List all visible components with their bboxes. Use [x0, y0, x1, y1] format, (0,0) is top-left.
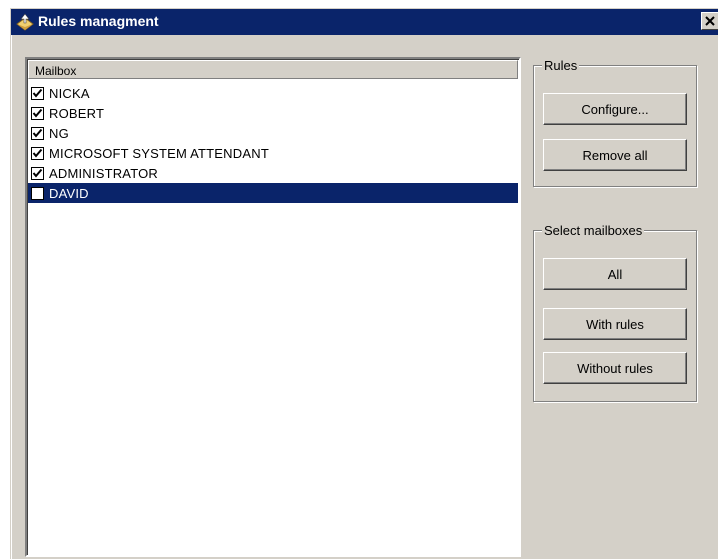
list-item[interactable]: ADMINISTRATOR	[28, 163, 518, 183]
remove-all-button[interactable]: Remove all	[543, 139, 687, 171]
mailbox-label: ADMINISTRATOR	[49, 165, 159, 181]
mailbox-label: MICROSOFT SYSTEM ATTENDANT	[49, 145, 269, 161]
mailbox-rows: NICKA ROBERT NG MICROSOFT SYSTEM ATTENDANT A…	[28, 83, 518, 203]
close-button[interactable]	[701, 12, 718, 30]
mailbox-checkbox[interactable]	[31, 86, 44, 100]
list-item[interactable]: NICKA	[28, 83, 518, 103]
close-icon	[705, 16, 715, 26]
select-mailboxes-group-label: Select mailboxes	[542, 223, 645, 238]
mailbox-checkbox[interactable]	[31, 186, 44, 200]
list-item[interactable]: MICROSOFT SYSTEM ATTENDANT	[28, 143, 518, 163]
mailbox-checkbox[interactable]	[31, 126, 44, 140]
window-title: Rules managment	[38, 13, 159, 29]
select-mailboxes-group: Select mailboxes All With rules Without …	[533, 223, 697, 402]
rules-group-label: Rules	[542, 58, 580, 73]
list-item[interactable]: DAVID	[28, 183, 518, 203]
configure-button[interactable]: Configure...	[543, 93, 687, 125]
mailbox-checkbox[interactable]	[31, 166, 44, 180]
checkmark-icon	[32, 148, 43, 158]
mailbox-list[interactable]: Mailbox NICKA ROBERT NG MICROSOFT SYSTEM AT…	[25, 57, 521, 557]
mailbox-label: NG	[49, 125, 69, 141]
select-with-rules-button[interactable]: With rules	[543, 308, 687, 340]
mailbox-label: DAVID	[49, 185, 89, 201]
list-item[interactable]: ROBERT	[28, 103, 518, 123]
rules-group: Rules Configure... Remove all	[533, 58, 697, 187]
mail-rules-icon	[15, 12, 35, 32]
checkmark-icon	[32, 128, 43, 138]
select-all-button[interactable]: All	[543, 258, 687, 290]
checkmark-icon	[32, 168, 43, 178]
mailbox-label: NICKA	[49, 85, 90, 101]
list-item[interactable]: NG	[28, 123, 518, 143]
checkmark-icon	[32, 108, 43, 118]
title-bar[interactable]: Rules managment	[11, 9, 718, 35]
mailbox-checkbox[interactable]	[31, 146, 44, 160]
checkmark-icon	[32, 88, 43, 98]
rules-management-window: Rules managment Mailbox NICKA ROBERT NG MIC…	[10, 8, 718, 559]
mailbox-checkbox[interactable]	[31, 106, 44, 120]
column-header-mailbox[interactable]: Mailbox	[28, 60, 518, 79]
mailbox-label: ROBERT	[49, 105, 105, 121]
select-without-rules-button[interactable]: Without rules	[543, 352, 687, 384]
